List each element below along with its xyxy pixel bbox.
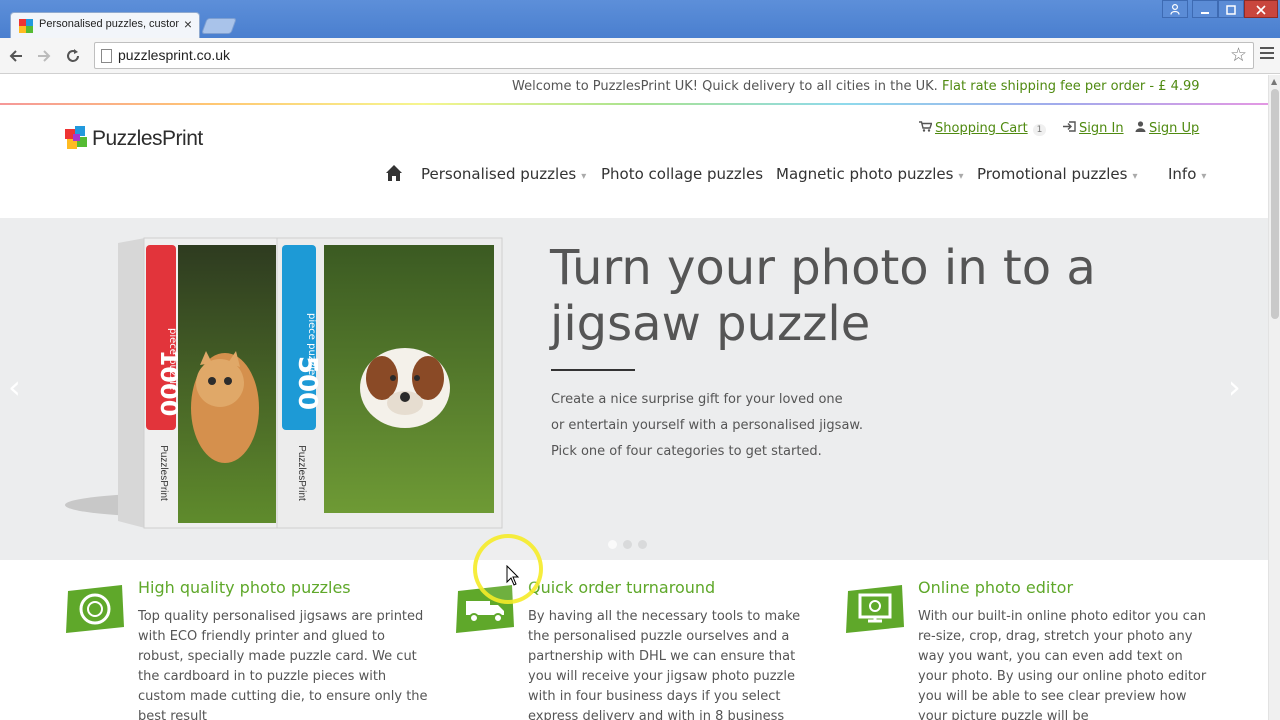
nav-photo-collage-puzzles[interactable]: Photo collage puzzles (601, 165, 763, 183)
chevron-down-icon: ▾ (1201, 171, 1207, 182)
hero-text-line: or entertain yourself with a personalise… (551, 418, 863, 433)
close-icon[interactable] (1244, 0, 1278, 18)
cart-count-badge: 1 (1032, 124, 1047, 136)
forward-icon[interactable] (31, 43, 57, 69)
address-bar[interactable]: puzzlesprint.co.uk ☆ (94, 42, 1254, 69)
tab-close-icon[interactable]: × (184, 16, 192, 32)
box-left-label: piece puzzle (167, 328, 178, 390)
sign-in-link[interactable]: Sign In (1063, 121, 1124, 136)
puzzle-favicon-icon (19, 19, 33, 33)
home-icon[interactable] (385, 164, 403, 182)
page-viewport: Welcome to PuzzlesPrint UK! Quick delive… (0, 75, 1268, 720)
nav-magnetic-photo-puzzles[interactable]: Magnetic photo puzzles ▾ (776, 165, 964, 183)
slider-dot[interactable] (608, 540, 617, 549)
hero-headline: Turn your photo in to a jigsaw puzzle (550, 240, 1150, 352)
quality-seal-icon (66, 585, 124, 633)
sign-up-link[interactable]: Sign Up (1135, 121, 1199, 136)
browser-titlebar: Personalised puzzles, custom × (0, 0, 1280, 38)
feature-title: High quality photo puzzles (138, 578, 351, 597)
scrollbar-thumb[interactable] (1271, 89, 1279, 319)
chevron-down-icon: ▾ (581, 171, 587, 182)
url-text: puzzlesprint.co.uk (118, 47, 231, 63)
nav-label: Info (1168, 165, 1197, 183)
nav-label: Photo collage puzzles (601, 165, 764, 183)
reload-icon[interactable] (60, 43, 86, 69)
slider-dot[interactable] (638, 540, 647, 549)
hero-text-line: Create a nice surprise gift for your lov… (551, 392, 843, 407)
maximize-icon[interactable] (1218, 0, 1244, 18)
bookmark-star-icon[interactable]: ☆ (1230, 44, 1247, 66)
chevron-down-icon: ▾ (958, 171, 964, 182)
minimize-icon[interactable] (1192, 0, 1218, 18)
sign-up-label: Sign Up (1149, 121, 1200, 136)
welcome-bar: Welcome to PuzzlesPrint UK! Quick delive… (0, 75, 1268, 103)
hero-slider: ‹ › 1000 piece puzzle PuzzlesPrint 500 p… (0, 218, 1268, 560)
slider-indicators (608, 534, 653, 553)
slider-next-icon[interactable]: › (1228, 368, 1241, 406)
box-right-label: piece puzzle (306, 313, 317, 375)
sign-in-icon (1063, 121, 1076, 136)
tab-title: Personalised puzzles, custom (39, 18, 179, 30)
feature-body: With our built-in online photo editor yo… (918, 609, 1207, 720)
box-right-brand: PuzzlesPrint (296, 445, 307, 501)
page-scrollbar[interactable]: ▲ (1268, 75, 1280, 720)
nav-label: Magnetic photo puzzles (776, 165, 954, 183)
cart-label: Shopping Cart (935, 121, 1028, 136)
photo-monitor-icon (846, 585, 904, 633)
box-left-brand: PuzzlesPrint (158, 445, 169, 501)
rainbow-divider (0, 103, 1268, 105)
cart-icon (919, 121, 933, 136)
mouse-cursor-icon (506, 565, 520, 586)
headline-divider (551, 369, 635, 371)
back-icon[interactable] (3, 43, 29, 69)
puzzle-boxes-image: 1000 piece puzzle PuzzlesPrint 500 piece… (65, 237, 503, 529)
shopping-cart-link[interactable]: Shopping Cart 1 (919, 121, 1047, 136)
feature-title: Online photo editor (918, 578, 1074, 597)
new-tab-button[interactable] (201, 18, 237, 34)
nav-label: Personalised puzzles (421, 165, 577, 183)
feature-body: Top quality personalised jigsaws are pri… (138, 609, 428, 720)
site-logo[interactable]: PuzzlesPrint (64, 125, 224, 155)
browser-tab[interactable]: Personalised puzzles, custom × (10, 12, 200, 38)
scroll-up-icon[interactable]: ▲ (1271, 77, 1277, 86)
shipping-text: Flat rate shipping fee per order - £ 4.9… (941, 79, 1200, 94)
nav-label: Promotional puzzles (977, 165, 1128, 183)
slider-dot[interactable] (623, 540, 632, 549)
nav-personalised-puzzles[interactable]: Personalised puzzles ▾ (421, 165, 586, 183)
feature-title: Quick order turnaround (528, 578, 716, 597)
browser-toolbar: puzzlesprint.co.uk ☆ (0, 38, 1280, 74)
browser-menu-icon[interactable] (1260, 47, 1274, 63)
hero-headline-line-1: Turn your photo in to a (550, 240, 1096, 296)
feature-body: By having all the necessary tools to mak… (528, 609, 801, 720)
nav-promotional-puzzles[interactable]: Promotional puzzles ▾ (977, 165, 1137, 183)
logo-text: PuzzlesPrint (92, 127, 203, 150)
sign-in-label: Sign In (1079, 121, 1124, 136)
user-icon[interactable] (1162, 0, 1188, 18)
nav-info[interactable]: Info ▾ (1168, 165, 1206, 183)
puzzle-logo-icon (65, 126, 87, 149)
slider-prev-icon[interactable]: ‹ (8, 368, 21, 406)
chevron-down-icon: ▾ (1132, 171, 1138, 182)
hero-headline-line-2: jigsaw puzzle (550, 296, 871, 352)
hero-text-line: Pick one of four categories to get start… (551, 444, 822, 459)
page-icon (101, 49, 112, 63)
welcome-text: Welcome to PuzzlesPrint UK! Quick delive… (512, 79, 938, 94)
welcome-message: Welcome to PuzzlesPrint UK! Quick delive… (512, 79, 1200, 94)
user-icon (1135, 121, 1146, 136)
